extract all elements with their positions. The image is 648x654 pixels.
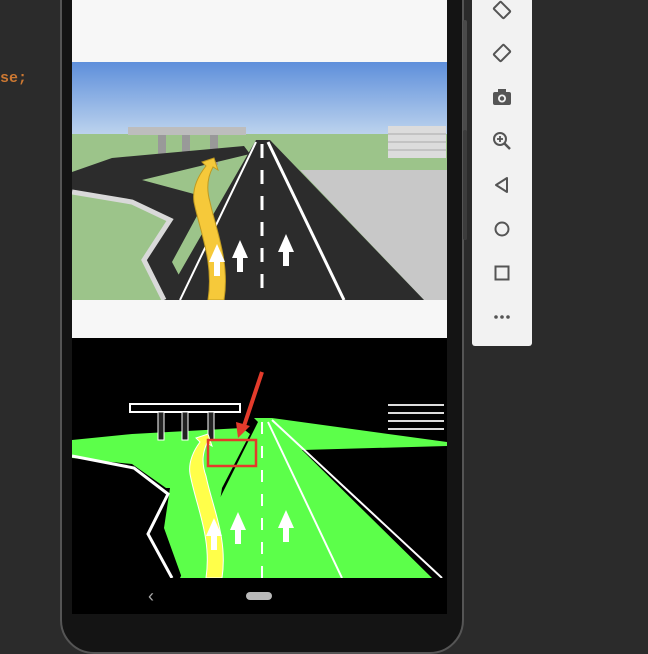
more-icon (494, 315, 510, 319)
zoom-in-icon (493, 132, 511, 150)
overview-button[interactable] (487, 258, 517, 288)
rotate-left-button[interactable] (487, 0, 517, 26)
code-fragment: se; (0, 70, 28, 87)
overpass-deck (128, 127, 246, 135)
device-screen (72, 0, 447, 614)
power-button[interactable] (463, 130, 467, 240)
rotate-left-icon (492, 0, 512, 20)
more-button[interactable] (487, 302, 517, 332)
device-nav-bar: ‹ (72, 578, 447, 614)
back-icon (495, 177, 508, 193)
back-button[interactable] (487, 170, 517, 200)
road-scene-image (72, 62, 447, 300)
edge-detection-image (72, 338, 447, 578)
nav-back-button[interactable]: ‹ (148, 586, 154, 607)
zoom-button[interactable] (487, 126, 517, 156)
emulator-toolbar (472, 0, 532, 346)
camera-icon (493, 89, 511, 105)
screenshot-button[interactable] (487, 82, 517, 112)
home-icon (494, 221, 510, 237)
nav-home-pill[interactable] (246, 592, 272, 600)
home-button[interactable] (487, 214, 517, 244)
rotate-right-button[interactable] (487, 38, 517, 68)
overview-icon (494, 265, 510, 281)
rotate-right-icon (492, 43, 512, 63)
